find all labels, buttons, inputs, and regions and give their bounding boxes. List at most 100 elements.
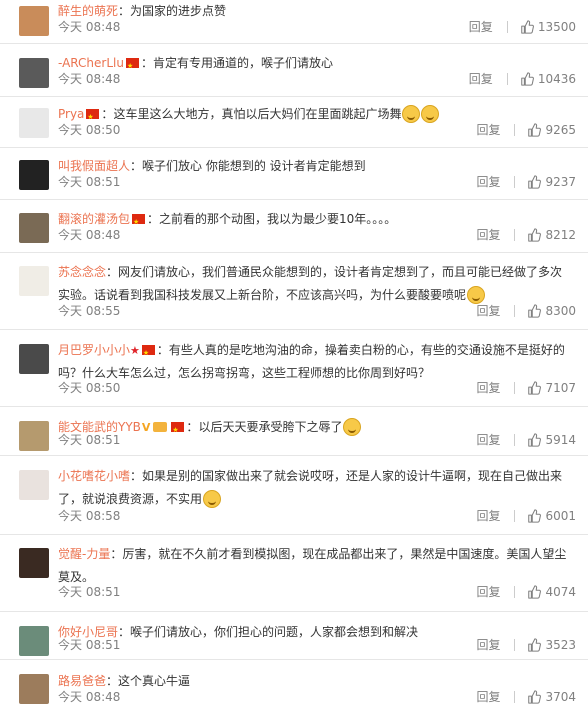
like-button[interactable]: 4074 xyxy=(527,585,576,599)
reply-button[interactable]: 回复 xyxy=(476,636,500,653)
comment-actions: 回复 5914 xyxy=(476,431,576,448)
like-count: 9237 xyxy=(545,174,576,189)
avatar[interactable] xyxy=(19,344,49,374)
like-button[interactable]: 10436 xyxy=(520,72,576,86)
comment-item: 月巴罗小小小★：有些人真的是吃地沟油的命，操着卖白粉的心，有些的交通设施不是挺好… xyxy=(0,330,588,407)
avatar[interactable] xyxy=(19,626,49,656)
comment-item: 你好小尼哥：喉子们请放心，你们担心的问题，人家都会想到和解决 今天 08:51 回复… xyxy=(0,612,588,660)
username-link[interactable]: 翻滚的灌汤包 xyxy=(58,212,130,226)
comment-text: 为国家的进步点赞 xyxy=(130,4,227,18)
divider xyxy=(514,381,516,394)
username-link[interactable]: 月巴罗小小小 xyxy=(58,343,130,357)
avatar[interactable] xyxy=(19,58,49,88)
emoji-icon xyxy=(203,490,222,508)
comment-time: 今天 08:48 xyxy=(58,690,121,704)
divider xyxy=(514,123,516,136)
thumbs-up-icon xyxy=(528,227,542,242)
avatar[interactable] xyxy=(19,548,49,578)
comment-actions: 回复 7107 xyxy=(476,379,576,396)
reply-button[interactable]: 回复 xyxy=(476,173,500,190)
comment-time: 今天 08:55 xyxy=(58,304,121,318)
thumbs-up-icon xyxy=(528,174,542,189)
thumbs-up-icon xyxy=(521,19,534,34)
comment-actions: 回复 10436 xyxy=(469,70,576,87)
username-link[interactable]: 醉生的萌死 xyxy=(58,4,118,18)
like-button[interactable]: 8212 xyxy=(527,228,576,242)
like-button[interactable]: 9237 xyxy=(527,175,576,189)
comment-time: 今天 08:48 xyxy=(58,72,121,86)
thumbs-up-icon xyxy=(528,584,542,599)
avatar[interactable] xyxy=(19,213,49,243)
reply-button[interactable]: 回复 xyxy=(469,70,493,87)
divider xyxy=(514,638,516,651)
comment-text: 肯定有专用通道的，喉子们请放心 xyxy=(152,56,333,70)
username-link[interactable]: 路易爸爸 xyxy=(58,674,106,688)
like-button[interactable]: 9265 xyxy=(527,123,576,137)
china-flag-icon xyxy=(132,211,146,234)
colon-separator: ： xyxy=(130,469,143,483)
comment-time: 今天 08:48 xyxy=(58,20,121,34)
username-link[interactable]: 苏念念念 xyxy=(58,265,106,279)
comment-text: 网友们请放心，我们普通民众能想到的，设计者肯定想到了，而且可能已经做了多次实验。… xyxy=(58,265,563,302)
reply-button[interactable]: 回复 xyxy=(476,302,500,319)
avatar[interactable] xyxy=(19,674,49,704)
medal-icon xyxy=(153,422,168,432)
username-link[interactable]: Prya xyxy=(58,107,84,121)
colon-separator: ： xyxy=(106,674,119,688)
reply-button[interactable]: 回复 xyxy=(469,18,493,35)
avatar[interactable] xyxy=(19,160,49,190)
china-flag-icon xyxy=(141,342,155,365)
reply-button[interactable]: 回复 xyxy=(476,226,500,243)
avatar[interactable] xyxy=(19,266,49,296)
like-button[interactable]: 5914 xyxy=(527,433,576,447)
divider xyxy=(514,175,516,188)
like-count: 7107 xyxy=(545,380,576,395)
avatar[interactable] xyxy=(19,6,49,36)
divider xyxy=(506,20,508,33)
colon-separator: ： xyxy=(186,420,199,434)
comment-actions: 回复 8212 xyxy=(476,226,576,243)
comment-time: 今天 08:51 xyxy=(58,175,121,189)
comment-text: 以后天天要承受胯下之辱了 xyxy=(198,420,343,434)
reply-button[interactable]: 回复 xyxy=(476,583,500,600)
comment-actions: 回复 9265 xyxy=(476,121,576,138)
china-flag-icon xyxy=(171,419,185,442)
china-flag-icon xyxy=(86,106,100,129)
comment-item: 觉醒-力量：厉害，就在不久前才看到模拟图，现在成品都出来了，果然是中国速度。美国… xyxy=(0,535,588,612)
comment-actions: 回复 3523 xyxy=(476,636,576,653)
like-button[interactable]: 13500 xyxy=(520,20,576,34)
thumbs-up-icon xyxy=(528,432,542,447)
colon-separator: ： xyxy=(156,343,169,357)
reply-button[interactable]: 回复 xyxy=(476,688,500,705)
like-button[interactable]: 3523 xyxy=(527,638,576,652)
avatar[interactable] xyxy=(19,421,49,451)
like-count: 3704 xyxy=(545,689,576,704)
avatar[interactable] xyxy=(19,470,49,500)
username-link[interactable]: 小花嗜花小嗜 xyxy=(58,469,130,483)
reply-button[interactable]: 回复 xyxy=(476,431,500,448)
comment-text: 厉害，就在不久前才看到模拟图，现在成品都出来了，果然是中国速度。美国人望尘莫及。 xyxy=(58,547,567,584)
comment-item: 能文能武的YYBV：以后天天要承受胯下之辱了今天 08:51回复5914 xyxy=(0,407,588,456)
divider xyxy=(514,585,516,598)
reply-button[interactable]: 回复 xyxy=(476,121,500,138)
colon-separator: ： xyxy=(101,107,114,121)
comment-actions: 回复 3704 xyxy=(476,688,576,705)
reply-button[interactable]: 回复 xyxy=(476,507,500,524)
like-button[interactable]: 8300 xyxy=(527,304,576,318)
username-link[interactable]: -ARCherLlu xyxy=(58,56,124,70)
divider xyxy=(506,72,508,85)
avatar[interactable] xyxy=(19,108,49,138)
like-count: 4074 xyxy=(545,584,576,599)
reply-button[interactable]: 回复 xyxy=(476,379,500,396)
like-button[interactable]: 7107 xyxy=(527,381,576,395)
colon-separator: ： xyxy=(118,4,131,18)
username-link[interactable]: 叫我假面超人 xyxy=(58,159,130,173)
username-link[interactable]: 觉醒-力量 xyxy=(58,547,110,561)
china-flag-icon xyxy=(125,55,139,78)
like-button[interactable]: 6001 xyxy=(527,509,576,523)
emoji-icon xyxy=(421,105,440,123)
thumbs-up-icon xyxy=(528,303,542,318)
like-button[interactable]: 3704 xyxy=(527,690,576,704)
like-count: 6001 xyxy=(545,508,576,523)
comment-item: 路易爸爸：这个真心牛逼 今天 08:48 回复 3704 xyxy=(0,660,588,712)
